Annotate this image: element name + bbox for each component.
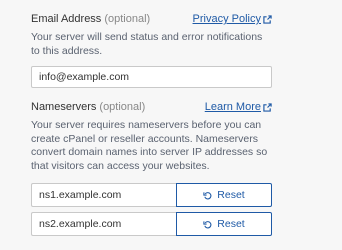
nameserver-1-input[interactable]: ns1.example.com <box>31 183 176 207</box>
nameservers-optional-tag: (optional) <box>99 101 146 113</box>
undo-icon <box>203 220 212 228</box>
external-link-icon <box>263 102 272 112</box>
nameservers-header: Nameservers (optional) Learn More <box>31 100 272 114</box>
privacy-policy-link[interactable]: Privacy Policy <box>193 12 272 26</box>
nameserver-2-input[interactable]: ns2.example.com <box>31 212 176 236</box>
reset-button-label: Reset <box>217 189 245 201</box>
email-label-group: Email Address (optional) <box>31 12 150 26</box>
email-description: Your server will send status and error n… <box>31 31 263 57</box>
learn-more-link-label: Learn More <box>204 101 261 113</box>
learn-more-link[interactable]: Learn More <box>205 100 272 114</box>
undo-icon <box>203 191 212 199</box>
nameservers-description: Your server requires nameservers before … <box>31 119 268 172</box>
email-section: Email Address (optional) Privacy Policy Y… <box>31 12 272 58</box>
email-label: Email Address <box>31 13 102 25</box>
nameserver-1-reset-button[interactable]: Reset <box>176 183 272 207</box>
nameservers-label-group: Nameservers (optional) <box>31 100 145 114</box>
email-input[interactable]: info@example.com <box>31 66 272 88</box>
nameservers-label: Nameservers <box>31 101 97 113</box>
privacy-policy-link-label: Privacy Policy <box>192 13 261 25</box>
email-optional-tag: (optional) <box>104 13 151 25</box>
nameserver-row-2: ns2.example.com Reset <box>31 212 272 236</box>
nameservers-section: Nameservers (optional) Learn More Your se… <box>31 100 272 173</box>
nameserver-row-1: ns1.example.com Reset <box>31 183 272 207</box>
external-link-icon <box>263 14 272 24</box>
email-header: Email Address (optional) Privacy Policy <box>31 12 272 26</box>
nameserver-2-reset-button[interactable]: Reset <box>176 212 272 236</box>
reset-button-label: Reset <box>217 218 245 230</box>
